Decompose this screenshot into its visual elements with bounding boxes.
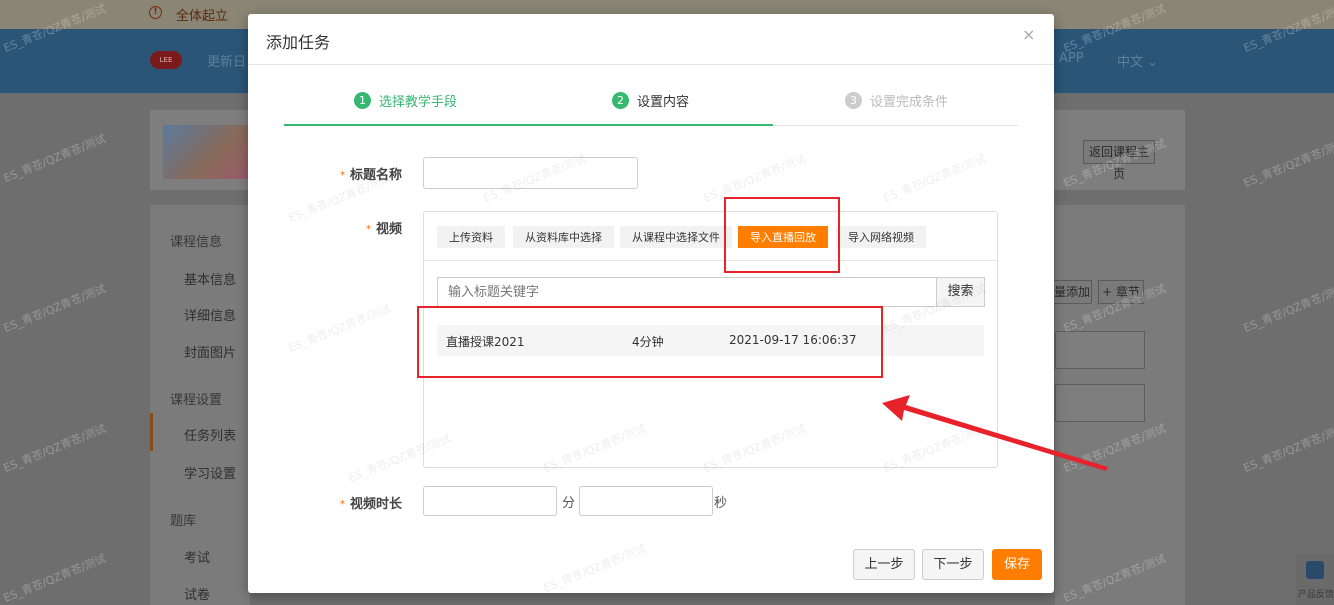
sidebar-section-course-settings: 课程设置 bbox=[170, 393, 223, 408]
prev-step-button[interactable]: 上一步 bbox=[853, 549, 915, 580]
alert-icon: ! bbox=[149, 6, 162, 19]
site-logo[interactable]: LEE bbox=[150, 51, 182, 69]
sidebar-item-study-settings[interactable]: 学习设置 bbox=[184, 463, 236, 482]
duration-field-label: * 视频时长 bbox=[340, 497, 403, 512]
header-link-update[interactable]: 更新日 bbox=[207, 51, 246, 70]
tab-from-course-files[interactable]: 从课程中选择文件 bbox=[620, 226, 732, 248]
replay-time: 2021-09-17 16:06:37 bbox=[729, 333, 857, 347]
sidebar-item-exam[interactable]: 考试 bbox=[184, 547, 210, 566]
next-step-button[interactable]: 下一步 bbox=[922, 549, 984, 580]
modal-header: 添加任务 × bbox=[248, 14, 1054, 65]
sidebar-active-indicator bbox=[150, 413, 153, 451]
step-progress-line bbox=[284, 124, 773, 126]
sidebar-section-course-info: 课程信息 bbox=[170, 235, 223, 250]
step-label: 设置内容 bbox=[637, 95, 690, 110]
replay-duration: 4分钟 bbox=[632, 335, 664, 349]
step-number: 1 bbox=[354, 92, 371, 109]
feedback-label: 产品反馈 bbox=[1298, 590, 1334, 600]
step-completion-conditions: 3 设置完成条件 bbox=[845, 91, 948, 110]
step-number: 3 bbox=[845, 92, 862, 109]
list-item[interactable]: 直播授课2021 4分钟 2021-09-17 16:06:37 bbox=[437, 325, 984, 356]
tab-from-library[interactable]: 从资料库中选择 bbox=[513, 226, 614, 248]
tab-import-web-video[interactable]: 导入网络视频 bbox=[836, 226, 926, 248]
tab-upload-file[interactable]: 上传资料 bbox=[437, 226, 505, 248]
required-mark: * bbox=[340, 499, 345, 510]
sidebar-item-task-list[interactable]: 任务列表 bbox=[184, 425, 236, 444]
sidebar-item-paper[interactable]: 试卷 bbox=[184, 584, 210, 603]
feedback-icon bbox=[1306, 561, 1324, 579]
close-icon[interactable]: × bbox=[1022, 25, 1035, 44]
modal-title: 添加任务 bbox=[266, 33, 331, 52]
course-sidebar: 课程信息 基本信息 详细信息 封面图片 课程设置 任务列表 学习设置 题库 考试… bbox=[150, 205, 250, 605]
task-row[interactable] bbox=[1055, 331, 1145, 369]
step-indicator: 1 选择教学手段 2 设置内容 3 设置完成条件 bbox=[284, 86, 1018, 126]
sidebar-item-basic-info[interactable]: 基本信息 bbox=[184, 269, 236, 288]
language-select[interactable]: 中文 ⌄ bbox=[1117, 51, 1158, 70]
notice-text: 全体起立 bbox=[176, 9, 229, 24]
required-mark: * bbox=[340, 170, 345, 181]
seconds-input[interactable] bbox=[579, 486, 713, 516]
replay-title: 直播授课2021 bbox=[446, 335, 525, 349]
sidebar-item-cover-image[interactable]: 封面图片 bbox=[184, 342, 236, 361]
video-source-tabs: 上传资料 从资料库中选择 从课程中选择文件 导入直播回放 导入网络视频 bbox=[424, 212, 997, 261]
search-button[interactable]: 搜索 bbox=[936, 277, 985, 307]
video-source-panel: 上传资料 从资料库中选择 从课程中选择文件 导入直播回放 导入网络视频 搜索 直… bbox=[423, 211, 998, 468]
sidebar-item-detail-info[interactable]: 详细信息 bbox=[184, 305, 236, 324]
step-select-method[interactable]: 1 选择教学手段 bbox=[354, 91, 457, 110]
sidebar-section-question-bank: 题库 bbox=[170, 514, 197, 529]
header-link-app[interactable]: APP bbox=[1059, 51, 1084, 66]
step-set-content[interactable]: 2 设置内容 bbox=[612, 91, 689, 110]
step-label: 选择教学手段 bbox=[379, 95, 458, 110]
task-row[interactable] bbox=[1055, 384, 1145, 422]
minutes-input[interactable] bbox=[423, 486, 557, 516]
seconds-unit: 秒 bbox=[714, 496, 728, 511]
title-input[interactable] bbox=[423, 157, 638, 189]
step-label: 设置完成条件 bbox=[870, 95, 949, 110]
step-number: 2 bbox=[612, 92, 629, 109]
minutes-unit: 分 bbox=[562, 496, 576, 511]
course-thumbnail bbox=[163, 125, 249, 179]
tab-import-live-replay[interactable]: 导入直播回放 bbox=[738, 226, 828, 248]
add-chapter-button[interactable]: + 章节 bbox=[1098, 280, 1144, 304]
search-input[interactable] bbox=[437, 277, 936, 307]
feedback-widget[interactable]: 产品反馈 bbox=[1296, 555, 1334, 605]
add-task-modal: 添加任务 × 1 选择教学手段 2 设置内容 3 设置完成条件 * 标题名称 * 视… bbox=[248, 14, 1054, 593]
save-button[interactable]: 保存 bbox=[992, 549, 1042, 580]
title-field-label: * 标题名称 bbox=[340, 168, 403, 183]
required-mark: * bbox=[366, 224, 371, 235]
back-to-course-button[interactable]: 返回课程主页 bbox=[1083, 140, 1155, 181]
video-field-label: * 视频 bbox=[366, 222, 403, 237]
